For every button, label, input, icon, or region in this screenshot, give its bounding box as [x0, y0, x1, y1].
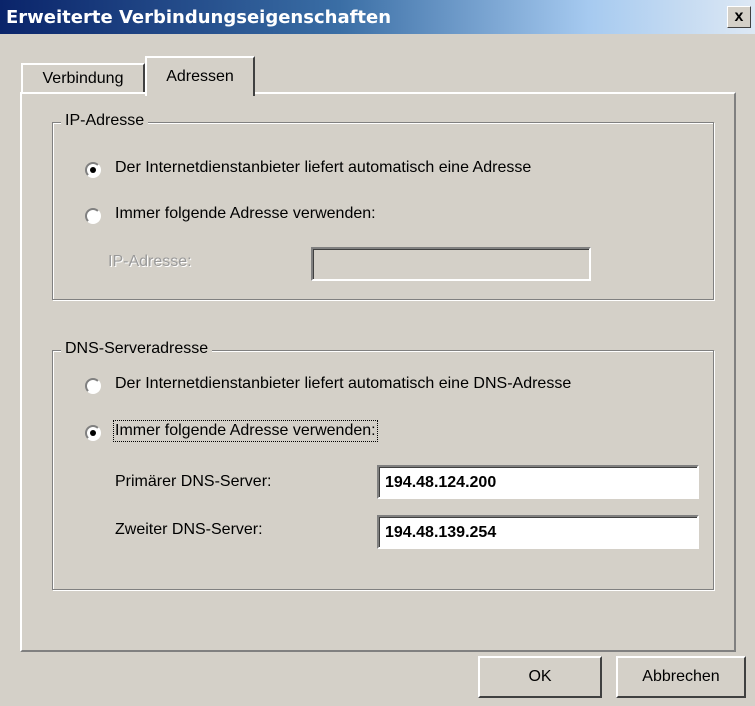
window-title: Erweiterte Verbindungseigenschaften: [6, 7, 392, 28]
tab-panel-adressen: IP-Adresse Der Internetdienstanbieter li…: [20, 92, 736, 652]
close-button[interactable]: x: [727, 6, 751, 28]
dns-server-group-label: DNS-Serveradresse: [61, 340, 213, 358]
ip-auto-label[interactable]: Der Internetdienstanbieter liefert autom…: [115, 159, 531, 177]
ip-address-field-label: IP-Adresse:: [108, 253, 192, 270]
primary-dns-label: Primärer DNS-Server:: [115, 473, 272, 490]
ip-address-input[interactable]: [311, 247, 591, 281]
cancel-button[interactable]: Abbrechen: [616, 656, 746, 698]
dns-manual-label[interactable]: Immer folgende Adresse verwenden:: [113, 420, 378, 442]
ok-button[interactable]: OK: [478, 656, 602, 698]
tab-verbindung-label: Verbindung: [42, 70, 124, 87]
title-bar: Erweiterte Verbindungseigenschaften x: [0, 0, 755, 34]
ip-address-group: IP-Adresse Der Internetdienstanbieter li…: [52, 112, 714, 300]
close-icon: x: [734, 8, 744, 25]
tab-adressen[interactable]: Adressen: [145, 56, 255, 96]
tab-adressen-label: Adressen: [166, 68, 234, 85]
dns-auto-radio[interactable]: [85, 378, 101, 394]
dns-manual-radio[interactable]: [85, 425, 101, 441]
ip-auto-radio[interactable]: [85, 162, 101, 178]
dns-auto-label[interactable]: Der Internetdienstanbieter liefert autom…: [115, 375, 571, 393]
cancel-button-label: Abbrechen: [642, 668, 720, 685]
secondary-dns-label: Zweiter DNS-Server:: [115, 521, 263, 538]
ip-manual-label[interactable]: Immer folgende Adresse verwenden:: [115, 205, 376, 223]
ip-address-group-label: IP-Adresse: [61, 112, 149, 130]
tab-verbindung[interactable]: Verbindung: [21, 63, 145, 93]
ip-manual-radio[interactable]: [85, 208, 101, 224]
dns-server-group: DNS-Serveradresse Der Internetdienstanbi…: [52, 340, 714, 590]
ok-button-label: OK: [528, 668, 552, 685]
secondary-dns-input[interactable]: 194.48.139.254: [377, 515, 699, 549]
primary-dns-input[interactable]: 194.48.124.200: [377, 465, 699, 499]
